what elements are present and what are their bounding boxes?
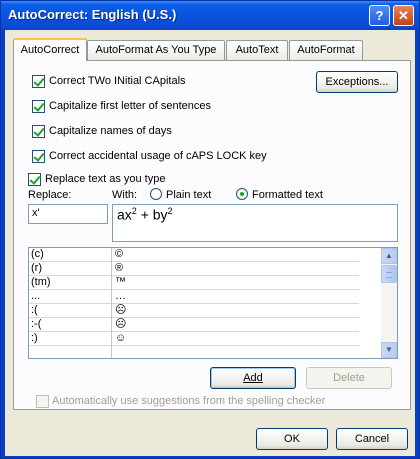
formatted-text-label: Formatted text [252, 189, 323, 201]
cancel-button[interactable]: Cancel [336, 428, 408, 450]
option-label: Capitalize first letter of sentences [49, 100, 212, 112]
list-item[interactable]: :) ☺ [29, 332, 359, 346]
ok-button[interactable]: OK [256, 428, 328, 450]
list-item[interactable]: ...… [29, 290, 359, 304]
tab-label: AutoFormat [297, 44, 355, 56]
help-button[interactable]: ? [369, 5, 390, 26]
list-item[interactable]: (c) © [29, 248, 359, 262]
option-label: Capitalize names of days [49, 125, 172, 137]
plain-text-label: Plain text [166, 189, 212, 201]
tab-label: AutoFormat As You Type [95, 44, 217, 56]
with-label: With: [112, 189, 138, 201]
correct-caps-lock-checkbox[interactable] [32, 150, 45, 163]
dialog-body: AutoCorrect AutoFormat As You Type AutoT… [5, 30, 415, 456]
tab-autoformat-as-you-type[interactable]: AutoFormat As You Type [87, 40, 225, 60]
tab-autotext[interactable]: AutoText [226, 40, 288, 60]
plain-text-radio[interactable] [150, 188, 162, 200]
option-label: Correct TWo INitial CApitals [49, 75, 186, 87]
add-button[interactable]: Add [210, 367, 296, 389]
title-bar[interactable]: AutoCorrect: English (U.S.) ? ✕ [1, 1, 419, 30]
correct-two-initial-capitals-checkbox[interactable] [32, 75, 45, 88]
list-item[interactable]: (r) ® [29, 262, 359, 276]
delete-button[interactable]: Delete [306, 367, 392, 389]
tab-label: AutoCorrect [20, 44, 80, 56]
list-item[interactable]: (tm) ™ [29, 276, 359, 290]
replace-as-you-type-checkbox[interactable] [28, 173, 41, 186]
close-button[interactable]: ✕ [393, 5, 414, 26]
tab-label: AutoText [235, 44, 279, 56]
exceptions-button[interactable]: Exceptions... [316, 71, 398, 93]
help-icon: ? [375, 8, 384, 23]
option-label: Correct accidental usage of cAPS LOCK ke… [49, 150, 267, 162]
scroll-up-icon[interactable]: ▲ [381, 248, 397, 264]
vertical-scrollbar[interactable]: ▲ ▼ [381, 248, 397, 358]
capitalize-first-letter-checkbox[interactable] [32, 100, 45, 113]
spelling-suggestions-label: Automatically use suggestions from the s… [52, 395, 326, 407]
replace-as-you-type-label: Replace text as you type [45, 173, 166, 185]
scroll-down-icon[interactable]: ▼ [381, 342, 397, 358]
window-title: AutoCorrect: English (U.S.) [8, 7, 177, 22]
list-item[interactable]: :-(☹ [29, 318, 359, 332]
autocorrect-entries-list[interactable]: (c) © (r) ® (tm) ™ ...… :(☹ :-(☹ :) ☺ ▲ ▼ [28, 247, 398, 359]
list-item[interactable]: :(☹ [29, 304, 359, 318]
column-divider [111, 248, 112, 358]
replace-label: Replace: [28, 189, 72, 201]
tab-autocorrect[interactable]: AutoCorrect [13, 38, 87, 61]
tab-autoformat[interactable]: AutoFormat [289, 40, 363, 60]
formatted-text-radio[interactable] [236, 188, 248, 200]
tab-panel-autocorrect: Correct TWo INitial CApitals Capitalize … [13, 60, 411, 410]
scroll-thumb[interactable] [381, 265, 397, 283]
dialog-window: AutoCorrect: English (U.S.) ? ✕ AutoCorr… [0, 0, 420, 459]
replace-input[interactable]: x' [28, 204, 108, 224]
spelling-suggestions-checkbox[interactable] [36, 395, 49, 408]
replace-input-value: x' [32, 207, 40, 219]
capitalize-days-checkbox[interactable] [32, 125, 45, 138]
close-icon: ✕ [398, 8, 409, 23]
with-input[interactable]: ax2 + by2 [112, 204, 398, 242]
with-input-value: ax2 + by2 [117, 206, 173, 223]
